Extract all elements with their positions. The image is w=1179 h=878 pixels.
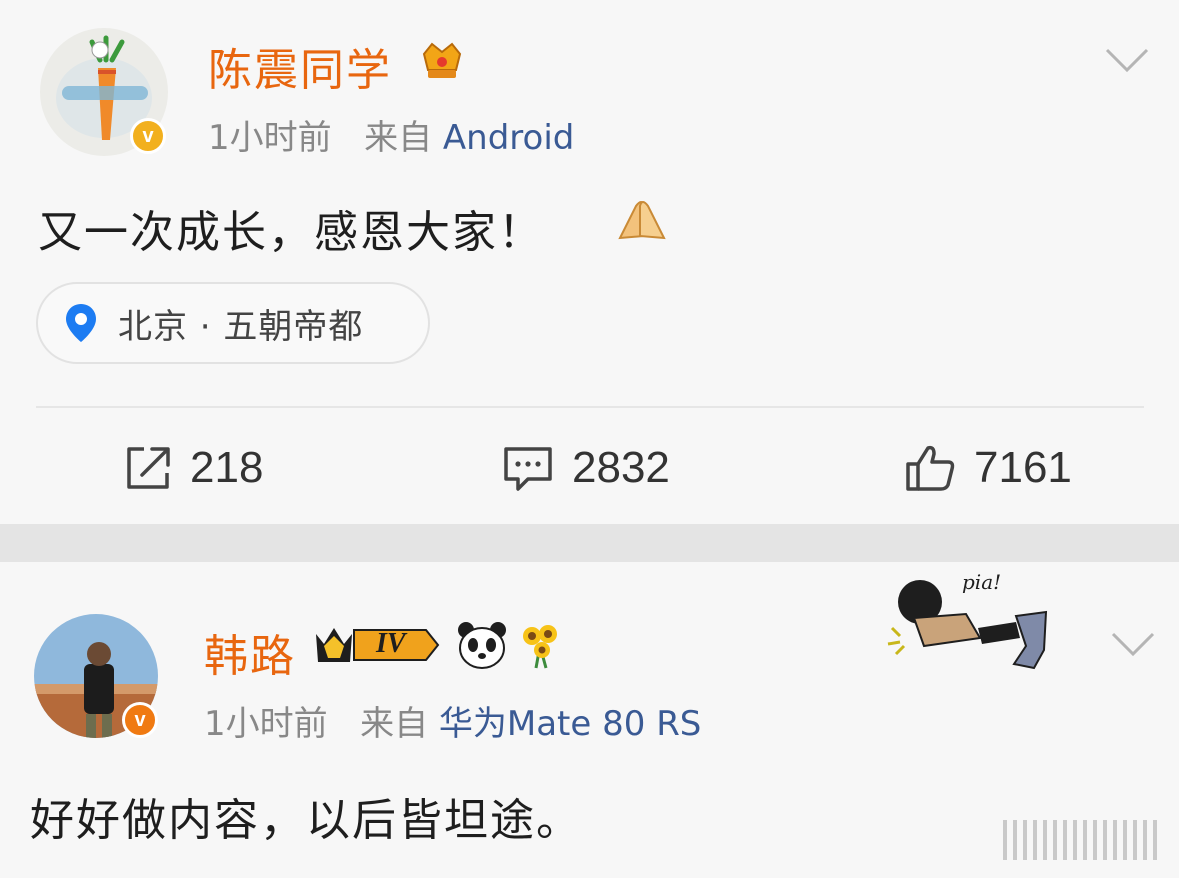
sunflower-icon bbox=[523, 625, 557, 669]
comment-source[interactable]: 华为Mate 80 RS bbox=[439, 704, 702, 744]
comment-text: 好好做内容，以后皆坦途。 bbox=[30, 795, 582, 846]
verified-badge-icon: v bbox=[130, 118, 166, 154]
comment-source-prefix: 来自 bbox=[360, 704, 429, 744]
location-pin-icon bbox=[66, 304, 96, 342]
chevron-down-icon[interactable] bbox=[1110, 630, 1156, 658]
post-card: v 陈震同学 1小时前 来自 Android 又一次成长，感恩大家！ 北京 · … bbox=[0, 0, 1179, 524]
panda-icon bbox=[458, 622, 506, 669]
repost-count: 218 bbox=[190, 443, 264, 492]
section-separator bbox=[0, 524, 1179, 562]
divider bbox=[36, 406, 1144, 408]
comment-button[interactable]: 2832 bbox=[502, 440, 670, 496]
like-count: 7161 bbox=[974, 443, 1072, 492]
post-source[interactable]: Android bbox=[443, 118, 574, 158]
level-badge-label: IV bbox=[376, 628, 406, 659]
verified-badge-icon: v bbox=[122, 702, 158, 738]
pray-hands-icon bbox=[618, 201, 666, 240]
post-source-prefix: 来自 bbox=[364, 118, 433, 158]
post-text: 又一次成长，感恩大家！ bbox=[38, 196, 544, 260]
comment-meta: 1小时前 来自 华为Mate 80 RS bbox=[204, 696, 701, 745]
repost-icon bbox=[127, 447, 170, 489]
like-button[interactable]: 7161 bbox=[904, 440, 1072, 496]
comment-time: 1小时前 bbox=[204, 704, 328, 744]
pia-sticker: pia! bbox=[884, 568, 1064, 688]
repost-button[interactable]: 218 bbox=[124, 440, 263, 496]
comment-count: 2832 bbox=[572, 443, 670, 492]
sticker-text: pia! bbox=[962, 570, 1002, 594]
post-meta: 1小时前 来自 Android bbox=[208, 110, 574, 159]
level-badge: IV bbox=[314, 622, 442, 668]
comment-author-name[interactable]: 韩路 bbox=[204, 620, 296, 684]
location-tag[interactable]: 北京 · 五朝帝都 bbox=[36, 282, 430, 364]
thumbs-up-icon bbox=[906, 445, 955, 491]
comment-icon bbox=[504, 447, 552, 491]
crown-icon bbox=[422, 42, 462, 78]
post-time: 1小时前 bbox=[208, 118, 332, 158]
post-author-name[interactable]: 陈震同学 bbox=[208, 34, 392, 98]
post-text-body: 又一次成长，感恩大家！ bbox=[38, 207, 544, 258]
comment-card: v 韩路 IV 1小时前 来自 华为Mate 80 RS pia! 好好做内容，… bbox=[0, 562, 1179, 878]
watermark bbox=[1003, 820, 1157, 860]
chevron-down-icon[interactable] bbox=[1104, 46, 1150, 74]
location-label: 北京 · 五朝帝都 bbox=[118, 306, 364, 347]
